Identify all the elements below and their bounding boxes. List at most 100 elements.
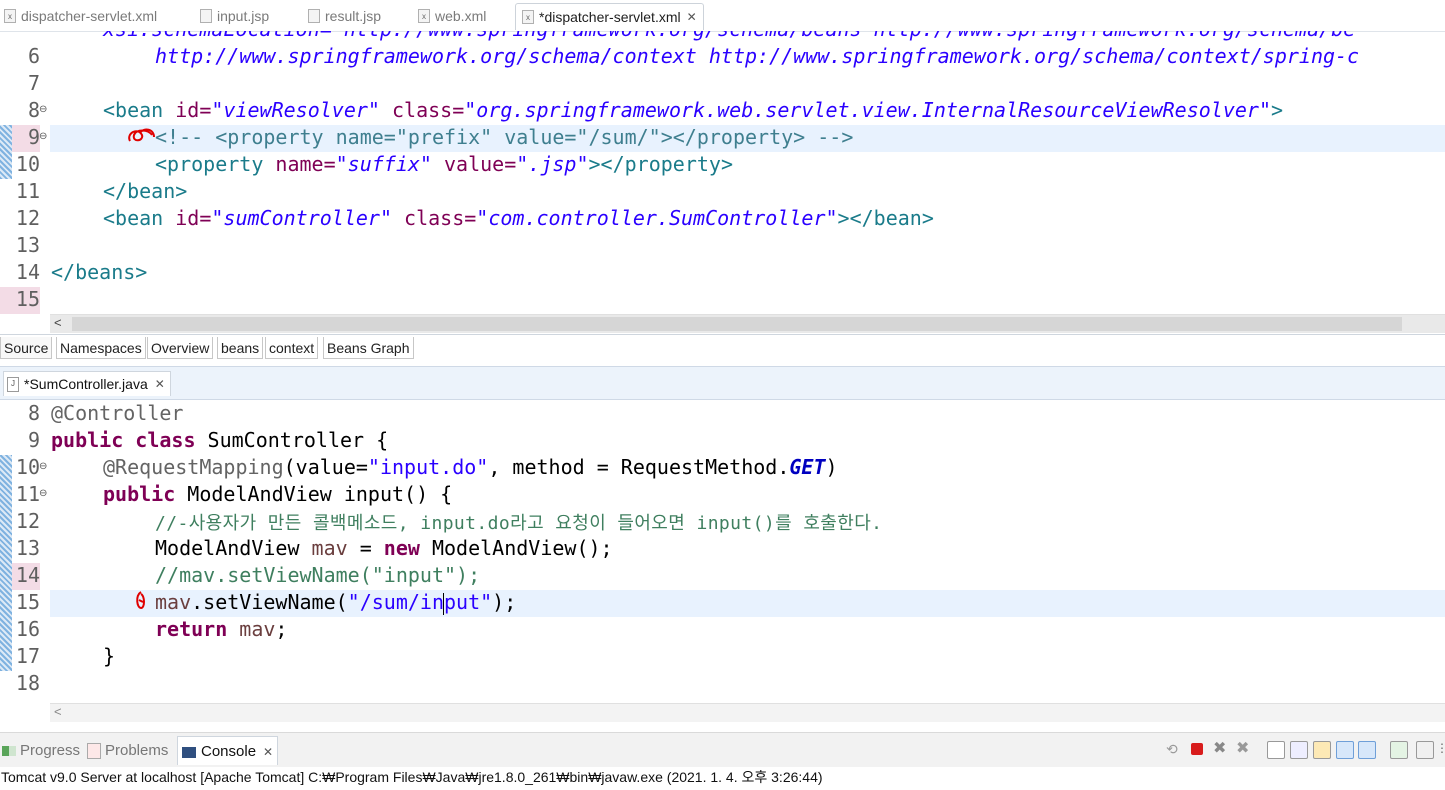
- subtab-context[interactable]: context: [265, 337, 319, 359]
- progress-icon: [2, 746, 16, 757]
- tab-web-xml[interactable]: x web.xml: [418, 4, 486, 28]
- xml-file-icon: x: [418, 9, 430, 23]
- tab-dispatcher-servlet-xml-active[interactable]: x *dispatcher-servlet.xml ✕: [515, 3, 704, 30]
- java-line-8: @Controller: [51, 401, 184, 425]
- java-line-10: @RequestMapping(value="input.do", method…: [103, 455, 838, 479]
- fold-icon[interactable]: ⊖: [39, 461, 47, 472]
- line-number: 11: [15, 482, 40, 506]
- line-number: 10: [15, 455, 40, 479]
- code-token: @RequestMapping: [103, 455, 284, 479]
- code-token: public class: [51, 428, 196, 452]
- code-token: "com.controller.SumController": [476, 206, 838, 230]
- disconnect-icon[interactable]: ⟲: [1166, 741, 1182, 757]
- java-line-11: public ModelAndView input() {: [103, 482, 452, 506]
- java-line-17: }: [103, 644, 116, 668]
- line-number: 9: [27, 125, 40, 149]
- tab-sumcontroller-java[interactable]: J *SumController.java ✕: [3, 371, 171, 396]
- scroll-lock-icon[interactable]: [1290, 741, 1308, 759]
- code-token: (value=: [283, 455, 368, 479]
- horizontal-scrollbar[interactable]: <: [50, 703, 1445, 722]
- java-editor[interactable]: 8 9 10 11 12 13 14 15 16 17 18 ⊖ ⊖ @Cont…: [0, 401, 1445, 703]
- tab-label: Console: [201, 743, 257, 760]
- jsp-file-icon: [200, 9, 212, 23]
- code-token: SumController {: [195, 428, 389, 452]
- show-console-stdout-icon[interactable]: [1336, 741, 1354, 759]
- line-number: 13: [15, 536, 40, 560]
- line-number: 12: [15, 206, 40, 230]
- code-token: "input.do": [367, 455, 489, 479]
- xml-line-6: http://www.springframework.org/schema/co…: [155, 44, 1360, 68]
- subtab-source[interactable]: Source: [0, 337, 53, 359]
- java-line-14: //mav.setViewName("input");: [155, 563, 481, 587]
- tab-progress[interactable]: Progress: [2, 739, 80, 763]
- code-token: ></property>: [588, 152, 734, 176]
- subtab-beans[interactable]: beans: [217, 337, 264, 359]
- scroll-left-icon[interactable]: <: [54, 315, 62, 330]
- word-wrap-icon[interactable]: [1313, 741, 1331, 759]
- tab-label: *dispatcher-servlet.xml: [539, 9, 681, 25]
- remove-launch-icon[interactable]: ✖: [1213, 741, 1229, 757]
- java-file-icon: J: [7, 376, 19, 392]
- tab-label: *SumController.java: [24, 376, 148, 392]
- line-number: 8: [27, 98, 40, 122]
- code-token: "viewResolver": [211, 98, 380, 122]
- fold-icon[interactable]: ⊖: [39, 131, 47, 142]
- xml-line-8: <bean id="viewResolver" class="org.sprin…: [103, 98, 1283, 122]
- subtab-overview[interactable]: Overview: [147, 337, 214, 359]
- editor-tab-bar: x dispatcher-servlet.xml input.jsp result…: [0, 0, 1445, 32]
- console-launch-description: Tomcat v9.0 Server at localhost [Apache …: [1, 769, 823, 785]
- subtab-namespaces[interactable]: Namespaces: [56, 337, 146, 359]
- xml-editor[interactable]: xsi:schemaLocation="http://www.springfra…: [0, 31, 1445, 314]
- xml-line-10: <property name="suffix" value=".jsp"></p…: [155, 152, 733, 176]
- close-icon[interactable]: ✕: [687, 10, 697, 24]
- code-token: >: [1271, 98, 1284, 122]
- line-number: 9: [27, 428, 40, 452]
- code-token: mav: [311, 536, 348, 560]
- java-line-12: //-사용자가 만든 콜백메소드, input.do라고 요청이 들어오면 in…: [155, 513, 883, 534]
- code-token: public: [103, 482, 176, 506]
- show-console-stderr-icon[interactable]: [1358, 741, 1376, 759]
- code-token: return: [155, 617, 228, 641]
- tab-dispatcher-servlet-xml[interactable]: x dispatcher-servlet.xml: [4, 4, 157, 28]
- horizontal-scrollbar[interactable]: <: [50, 314, 1445, 333]
- display-console-icon[interactable]: [1416, 741, 1434, 759]
- xml-file-icon: x: [4, 9, 16, 23]
- subtab-beans-graph[interactable]: Beans Graph: [323, 337, 414, 359]
- tab-input-jsp[interactable]: input.jsp: [200, 4, 269, 28]
- code-token: );: [492, 590, 517, 614]
- tab-problems[interactable]: Problems: [87, 739, 168, 763]
- tab-result-jsp[interactable]: result.jsp: [308, 4, 381, 28]
- code-token: <bean: [103, 98, 176, 122]
- code-token: ): [825, 455, 838, 479]
- code-token: "suffix": [335, 152, 432, 176]
- line-number: 11: [15, 179, 40, 203]
- code-token: id=: [175, 206, 212, 230]
- scroll-thumb[interactable]: [72, 317, 1402, 331]
- java-line-9: public class SumController {: [51, 428, 388, 452]
- remove-all-icon[interactable]: ✖: [1236, 741, 1252, 757]
- fold-icon[interactable]: ⊖: [39, 488, 47, 499]
- console-icon: [182, 746, 196, 758]
- line-number: 8: [27, 401, 40, 425]
- close-icon[interactable]: ✕: [155, 377, 165, 391]
- java-line-13: ModelAndView mav = new ModelAndView();: [155, 536, 613, 560]
- view-menu-icon[interactable]: ⋮: [1436, 741, 1445, 757]
- line-number: 13: [15, 233, 40, 257]
- close-icon[interactable]: ✕: [263, 745, 273, 759]
- pin-console-icon[interactable]: [1390, 741, 1408, 759]
- code-token: class=: [392, 206, 477, 230]
- line-number: 10: [15, 152, 40, 176]
- line-number: 7: [27, 71, 40, 95]
- code-token: mav: [227, 617, 276, 641]
- tab-label: result.jsp: [325, 8, 382, 24]
- scroll-left-icon[interactable]: <: [54, 704, 62, 719]
- code-token: GET: [789, 455, 826, 479]
- terminate-icon[interactable]: [1191, 743, 1203, 755]
- tab-console[interactable]: Console ✕: [177, 736, 279, 765]
- tab-label: web.xml: [435, 8, 487, 24]
- code-token: value=: [431, 152, 517, 176]
- line-number: 16: [15, 617, 40, 641]
- fold-icon[interactable]: ⊖: [39, 104, 47, 115]
- clear-console-icon[interactable]: [1267, 741, 1285, 759]
- bottom-panel-tabs: Progress Problems Console ✕ ⟲ ✖ ✖ ⋮: [0, 732, 1445, 767]
